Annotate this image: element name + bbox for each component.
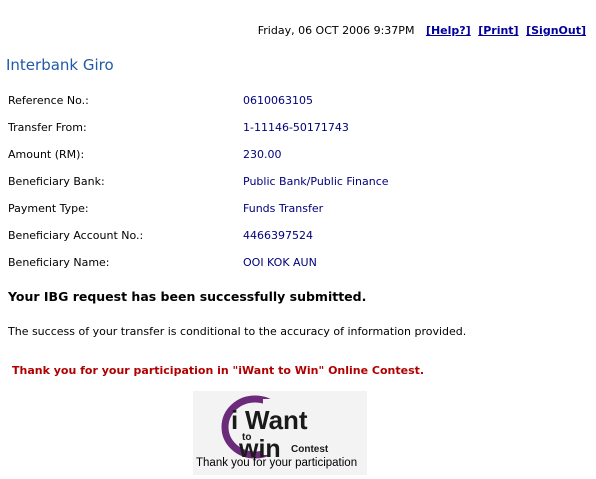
logo-i: i (231, 405, 239, 435)
payment-type-value: Funds Transfer (243, 202, 324, 215)
transfer-details: Reference No.: 0610063105 Transfer From:… (8, 94, 588, 283)
detail-row-transfer-from: Transfer From: 1-11146-50171743 (8, 121, 588, 148)
page-title: Interbank Giro (6, 56, 114, 74)
payment-type-label: Payment Type: (8, 202, 89, 215)
beneficiary-name-value: OOI KOK AUN (243, 256, 317, 269)
help-link[interactable]: [Help?] (426, 24, 471, 37)
detail-row-amount: Amount (RM): 230.00 (8, 148, 588, 175)
print-link[interactable]: [Print] (478, 24, 518, 37)
logo-contest: Contest (291, 444, 329, 455)
contest-thanks-message: Thank you for your participation in "iWa… (12, 364, 425, 377)
signout-link[interactable]: [SignOut] (526, 24, 586, 37)
amount-label: Amount (RM): (8, 148, 85, 161)
detail-row-beneficiary-account: Beneficiary Account No.: 4466397524 (8, 229, 588, 256)
current-datetime: Friday, 06 OCT 2006 9:37PM (257, 24, 415, 37)
transfer-from-label: Transfer From: (8, 121, 87, 134)
beneficiary-bank-label: Beneficiary Bank: (8, 175, 105, 188)
reference-label: Reference No.: (8, 94, 89, 107)
condition-note: The success of your transfer is conditio… (8, 325, 467, 338)
contest-banner: i Want to win Contest Thank you for your… (193, 391, 367, 475)
detail-row-reference: Reference No.: 0610063105 (8, 94, 588, 121)
transfer-from-value: 1-11146-50171743 (243, 121, 349, 134)
logo-want: Want (245, 405, 308, 435)
success-message: Your IBG request has been successfully s… (8, 289, 367, 304)
header-bar: Friday, 06 OCT 2006 9:37PM [Help?] [Prin… (258, 24, 586, 37)
beneficiary-name-label: Beneficiary Name: (8, 256, 110, 269)
detail-row-beneficiary-name: Beneficiary Name: OOI KOK AUN (8, 256, 588, 283)
amount-value: 230.00 (243, 148, 282, 161)
beneficiary-account-value: 4466397524 (243, 229, 313, 242)
banner-caption: Thank you for your participation (196, 457, 358, 469)
beneficiary-bank-value: Public Bank/Public Finance (243, 175, 389, 188)
detail-row-payment-type: Payment Type: Funds Transfer (8, 202, 588, 229)
detail-row-beneficiary-bank: Beneficiary Bank: Public Bank/Public Fin… (8, 175, 588, 202)
reference-value: 0610063105 (243, 94, 313, 107)
beneficiary-account-label: Beneficiary Account No.: (8, 229, 144, 242)
